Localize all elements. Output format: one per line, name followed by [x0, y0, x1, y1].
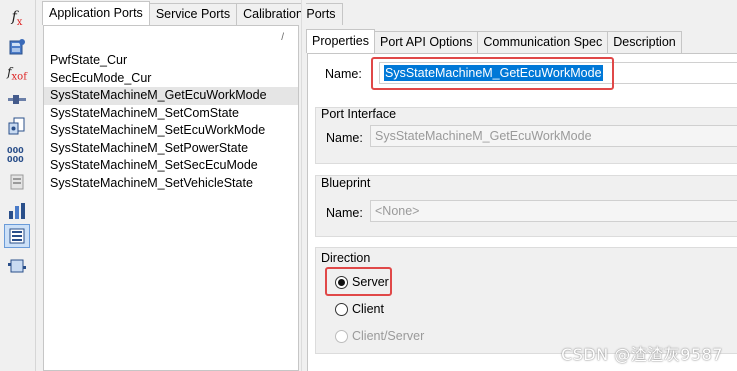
details-tabs: Properties Port API Options Communicatio… — [306, 29, 682, 53]
port-list-box: / PwfState_Cur SecEcuMode_Cur SysStateMa… — [43, 25, 299, 371]
properties-page: Name: SysStateMachineM_GetEcuWorkMode Po… — [307, 53, 737, 371]
name-label: Name: — [325, 67, 362, 81]
list-item[interactable]: SysStateMachineM_SetSecEcuMode — [44, 157, 298, 175]
list-item[interactable]: SysStateMachineM_SetComState — [44, 105, 298, 123]
radio-client-server: Client/Server — [335, 329, 424, 343]
vertical-toolbar: fx fxof 000 000 — [0, 0, 36, 371]
svg-text:000: 000 — [7, 155, 24, 163]
component-diagram-icon[interactable] — [4, 254, 30, 278]
list-item[interactable]: SecEcuMode_Cur — [44, 70, 298, 88]
radio-client-label: Client — [352, 302, 384, 316]
tab-properties[interactable]: Properties — [306, 29, 375, 53]
port-interface-name-field: SysStateMachineM_GetEcuWorkMode — [370, 125, 737, 147]
database-icon[interactable] — [4, 35, 30, 59]
radio-client-server-label: Client/Server — [352, 329, 425, 343]
function-icon[interactable]: fx — [4, 6, 30, 30]
blueprint-title: Blueprint — [321, 176, 371, 190]
list-item[interactable]: SysStateMachineM_SetEcuWorkMode — [44, 122, 298, 140]
component-stack-icon[interactable] — [4, 170, 30, 194]
ports-panel: Application Ports Service Ports Calibrat… — [42, 0, 343, 371]
blueprint-name-field: <None> — [370, 200, 737, 222]
blueprint-group: Blueprint Name: <None> — [315, 175, 737, 237]
tab-communication-spec[interactable]: Communication Spec — [477, 31, 609, 53]
radio-client[interactable]: Client — [335, 302, 384, 316]
watermark: CSDN @渣渣灰9587 — [561, 345, 723, 364]
list-item-selected[interactable]: SysStateMachineM_GetEcuWorkMode — [44, 87, 298, 105]
tab-description[interactable]: Description — [607, 31, 682, 53]
list-item[interactable]: PwfState_Cur — [44, 52, 298, 70]
values-icon[interactable]: 000 000 — [4, 142, 30, 166]
document-settings-icon[interactable] — [4, 114, 30, 138]
port-list-icon[interactable] — [4, 224, 30, 248]
svg-text:000: 000 — [7, 146, 24, 155]
list-corner-mark: / — [281, 32, 284, 43]
function-compose-icon[interactable]: fxof — [4, 62, 30, 86]
list-item[interactable]: SysStateMachineM_SetPowerState — [44, 140, 298, 158]
port-interface-name-label: Name: — [326, 131, 363, 145]
port-interface-group: Port Interface Name: SysStateMachineM_Ge… — [315, 107, 737, 164]
radio-client-server-indicator — [335, 329, 348, 343]
list-item[interactable]: SysStateMachineM_SetVehicleState — [44, 175, 298, 193]
highlight-box-name — [371, 57, 614, 90]
port-interface-title: Port Interface — [321, 107, 397, 121]
direction-group: Direction Server Client Client/Server — [315, 247, 737, 354]
radio-client-indicator[interactable] — [335, 302, 348, 316]
direction-title: Direction — [321, 251, 371, 265]
port-tabs: Application Ports Service Ports Calibrat… — [42, 1, 343, 25]
bar-chart-icon[interactable] — [4, 199, 30, 223]
blueprint-name-label: Name: — [326, 206, 363, 220]
tab-service-ports[interactable]: Service Ports — [148, 3, 238, 25]
port-list: PwfState_Cur SecEcuMode_Cur SysStateMach… — [44, 52, 298, 192]
details-panel: Properties Port API Options Communicatio… — [306, 0, 737, 371]
highlight-box-server — [325, 267, 392, 296]
tab-port-api-options[interactable]: Port API Options — [373, 31, 479, 53]
port-connector-icon[interactable] — [4, 87, 30, 111]
tab-application-ports[interactable]: Application Ports — [42, 1, 150, 25]
